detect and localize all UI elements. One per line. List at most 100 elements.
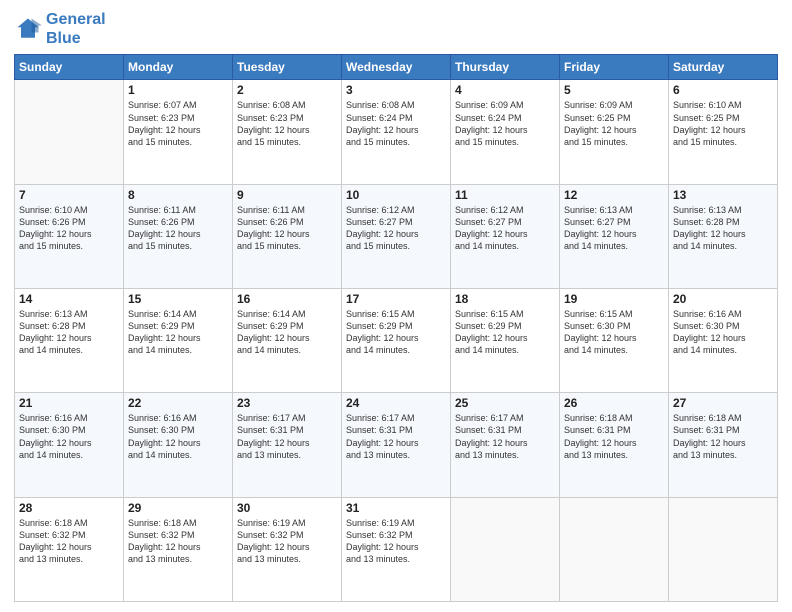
day-number: 12 [564,188,664,202]
calendar-cell: 30 Sunrise: 6:19 AM Sunset: 6:32 PM Dayli… [233,497,342,601]
calendar-cell: 11 Sunrise: 6:12 AM Sunset: 6:27 PM Dayli… [451,184,560,288]
day-info: Sunrise: 6:09 AM Sunset: 6:24 PM Dayligh… [455,99,555,148]
day-number: 18 [455,292,555,306]
day-info: Sunrise: 6:17 AM Sunset: 6:31 PM Dayligh… [455,412,555,461]
calendar-cell: 13Sunrise: 6:13 AM Sunset: 6:28 PM Dayli… [669,184,778,288]
calendar-cell: 9 Sunrise: 6:11 AM Sunset: 6:26 PM Daylig… [233,184,342,288]
calendar-cell: 27Sunrise: 6:18 AM Sunset: 6:31 PM Dayli… [669,393,778,497]
day-number: 17 [346,292,446,306]
calendar-cell: 28Sunrise: 6:18 AM Sunset: 6:32 PM Dayli… [15,497,124,601]
calendar-cell [669,497,778,601]
day-number: 26 [564,396,664,410]
calendar-cell: 19 Sunrise: 6:15 AM Sunset: 6:30 PM Dayli… [560,289,669,393]
day-number: 22 [128,396,228,410]
day-info: Sunrise: 6:15 AM Sunset: 6:30 PM Dayligh… [564,308,664,357]
day-number: 14 [19,292,119,306]
day-number: 11 [455,188,555,202]
day-number: 23 [237,396,337,410]
day-info: Sunrise: 6:15 AM Sunset: 6:29 PM Dayligh… [346,308,446,357]
day-number: 7 [19,188,119,202]
day-header-friday: Friday [560,55,669,80]
day-info: Sunrise: 6:18 AM Sunset: 6:32 PM Dayligh… [128,517,228,566]
calendar-week-4: 28Sunrise: 6:18 AM Sunset: 6:32 PM Dayli… [15,497,778,601]
day-number: 15 [128,292,228,306]
calendar-week-0: 1 Sunrise: 6:07 AM Sunset: 6:23 PM Daylig… [15,80,778,184]
calendar-cell [451,497,560,601]
day-info: Sunrise: 6:14 AM Sunset: 6:29 PM Dayligh… [128,308,228,357]
calendar-cell: 29 Sunrise: 6:18 AM Sunset: 6:32 PM Dayli… [124,497,233,601]
calendar-cell [560,497,669,601]
day-info: Sunrise: 6:17 AM Sunset: 6:31 PM Dayligh… [237,412,337,461]
day-info: Sunrise: 6:13 AM Sunset: 6:28 PM Dayligh… [19,308,119,357]
calendar-cell: 26 Sunrise: 6:18 AM Sunset: 6:31 PM Dayli… [560,393,669,497]
header: General Blue [14,10,778,48]
day-header-wednesday: Wednesday [342,55,451,80]
calendar-cell: 20 Sunrise: 6:16 AM Sunset: 6:30 PM Dayli… [669,289,778,393]
day-number: 29 [128,501,228,515]
calendar-cell: 7 Sunrise: 6:10 AM Sunset: 6:26 PM Daylig… [15,184,124,288]
day-header-saturday: Saturday [669,55,778,80]
calendar-cell: 25 Sunrise: 6:17 AM Sunset: 6:31 PM Dayli… [451,393,560,497]
calendar-cell: 10Sunrise: 6:12 AM Sunset: 6:27 PM Dayli… [342,184,451,288]
day-number: 13 [673,188,773,202]
day-number: 10 [346,188,446,202]
calendar-cell: 8Sunrise: 6:11 AM Sunset: 6:26 PM Daylig… [124,184,233,288]
calendar-cell: 1 Sunrise: 6:07 AM Sunset: 6:23 PM Daylig… [124,80,233,184]
day-number: 25 [455,396,555,410]
day-number: 20 [673,292,773,306]
day-header-tuesday: Tuesday [233,55,342,80]
day-header-thursday: Thursday [451,55,560,80]
day-info: Sunrise: 6:10 AM Sunset: 6:26 PM Dayligh… [19,204,119,253]
calendar-cell: 24Sunrise: 6:17 AM Sunset: 6:31 PM Dayli… [342,393,451,497]
day-info: Sunrise: 6:18 AM Sunset: 6:32 PM Dayligh… [19,517,119,566]
calendar-cell: 6Sunrise: 6:10 AM Sunset: 6:25 PM Daylig… [669,80,778,184]
day-number: 2 [237,83,337,97]
calendar-cell: 3 Sunrise: 6:08 AM Sunset: 6:24 PM Daylig… [342,80,451,184]
day-info: Sunrise: 6:14 AM Sunset: 6:29 PM Dayligh… [237,308,337,357]
day-info: Sunrise: 6:11 AM Sunset: 6:26 PM Dayligh… [128,204,228,253]
day-info: Sunrise: 6:11 AM Sunset: 6:26 PM Dayligh… [237,204,337,253]
day-info: Sunrise: 6:16 AM Sunset: 6:30 PM Dayligh… [128,412,228,461]
calendar-cell: 4 Sunrise: 6:09 AM Sunset: 6:24 PM Daylig… [451,80,560,184]
day-info: Sunrise: 6:17 AM Sunset: 6:31 PM Dayligh… [346,412,446,461]
day-number: 5 [564,83,664,97]
day-info: Sunrise: 6:13 AM Sunset: 6:27 PM Dayligh… [564,204,664,253]
day-number: 16 [237,292,337,306]
calendar-cell: 23 Sunrise: 6:17 AM Sunset: 6:31 PM Dayli… [233,393,342,497]
calendar-week-1: 7 Sunrise: 6:10 AM Sunset: 6:26 PM Daylig… [15,184,778,288]
day-number: 31 [346,501,446,515]
logo-text: General Blue [46,10,106,48]
day-info: Sunrise: 6:18 AM Sunset: 6:31 PM Dayligh… [564,412,664,461]
day-number: 19 [564,292,664,306]
day-info: Sunrise: 6:16 AM Sunset: 6:30 PM Dayligh… [673,308,773,357]
day-info: Sunrise: 6:08 AM Sunset: 6:24 PM Dayligh… [346,99,446,148]
calendar-cell: 17 Sunrise: 6:15 AM Sunset: 6:29 PM Dayli… [342,289,451,393]
day-number: 1 [128,83,228,97]
calendar-week-3: 21Sunrise: 6:16 AM Sunset: 6:30 PM Dayli… [15,393,778,497]
logo: General Blue [14,10,106,48]
day-info: Sunrise: 6:07 AM Sunset: 6:23 PM Dayligh… [128,99,228,148]
calendar-cell: 16 Sunrise: 6:14 AM Sunset: 6:29 PM Dayli… [233,289,342,393]
day-number: 9 [237,188,337,202]
day-info: Sunrise: 6:08 AM Sunset: 6:23 PM Dayligh… [237,99,337,148]
day-info: Sunrise: 6:16 AM Sunset: 6:30 PM Dayligh… [19,412,119,461]
calendar-cell: 15 Sunrise: 6:14 AM Sunset: 6:29 PM Dayli… [124,289,233,393]
calendar-table: SundayMondayTuesdayWednesdayThursdayFrid… [14,54,778,602]
day-info: Sunrise: 6:12 AM Sunset: 6:27 PM Dayligh… [455,204,555,253]
calendar-header-row: SundayMondayTuesdayWednesdayThursdayFrid… [15,55,778,80]
day-info: Sunrise: 6:19 AM Sunset: 6:32 PM Dayligh… [237,517,337,566]
calendar-cell [15,80,124,184]
day-number: 30 [237,501,337,515]
day-info: Sunrise: 6:15 AM Sunset: 6:29 PM Dayligh… [455,308,555,357]
day-info: Sunrise: 6:10 AM Sunset: 6:25 PM Dayligh… [673,99,773,148]
calendar-cell: 14 Sunrise: 6:13 AM Sunset: 6:28 PM Dayli… [15,289,124,393]
day-number: 3 [346,83,446,97]
day-info: Sunrise: 6:19 AM Sunset: 6:32 PM Dayligh… [346,517,446,566]
calendar-cell: 2 Sunrise: 6:08 AM Sunset: 6:23 PM Daylig… [233,80,342,184]
day-number: 4 [455,83,555,97]
calendar-cell: 12 Sunrise: 6:13 AM Sunset: 6:27 PM Dayli… [560,184,669,288]
calendar-week-2: 14 Sunrise: 6:13 AM Sunset: 6:28 PM Dayli… [15,289,778,393]
day-number: 27 [673,396,773,410]
calendar-cell: 22 Sunrise: 6:16 AM Sunset: 6:30 PM Dayli… [124,393,233,497]
calendar-cell: 5Sunrise: 6:09 AM Sunset: 6:25 PM Daylig… [560,80,669,184]
